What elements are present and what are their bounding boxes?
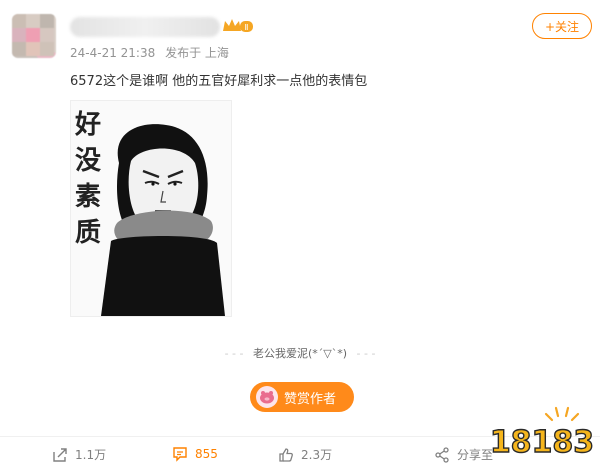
post-meta: 24-4-21 21:38 发布于 上海	[70, 44, 235, 61]
post-source: 发布于 上海	[165, 46, 229, 60]
site-watermark-logo: 18183	[490, 406, 594, 461]
share-count: 1.1万	[75, 448, 107, 462]
badge-level: Ⅱ	[245, 23, 249, 32]
like-icon	[279, 447, 293, 462]
author-signature: - - - 老公我爱泥(*´▽`*) - - -	[0, 345, 600, 361]
comment-icon	[173, 447, 187, 462]
signature-text: 老公我爱泥(*´▽`*)	[252, 347, 348, 360]
follow-button[interactable]: +关注	[532, 13, 592, 39]
meme-caption-char: 质	[74, 218, 101, 248]
meme-caption-char: 好	[74, 110, 101, 140]
comment-action[interactable]: 855	[172, 446, 218, 462]
reward-label: 赞赏作者	[284, 391, 337, 407]
meme-image[interactable]: 好 没 素 质	[70, 100, 232, 317]
avatar[interactable]	[12, 14, 56, 58]
share-action[interactable]: 1.1万	[52, 446, 106, 463]
like-count: 2.3万	[301, 448, 333, 462]
meme-caption-char: 没	[74, 146, 101, 176]
signature-divider-left: - - -	[224, 347, 244, 360]
forward-action[interactable]: 分享至	[434, 446, 493, 463]
meme-caption: 好 没 素 质	[73, 107, 103, 251]
crown-icon: Ⅱ	[223, 19, 253, 32]
signature-divider-right: - - -	[356, 347, 376, 360]
share-icon	[53, 447, 67, 462]
username-blurred[interactable]	[70, 17, 220, 37]
pig-icon	[256, 386, 278, 408]
forward-icon	[435, 446, 449, 463]
reward-button[interactable]: 赞赏作者	[250, 382, 354, 412]
forward-label: 分享至	[457, 448, 494, 462]
watermark-text: 18183	[490, 425, 594, 460]
like-action[interactable]: 2.3万	[278, 446, 332, 463]
post-timestamp[interactable]: 24-4-21 21:38	[70, 46, 155, 60]
comment-count: 855	[195, 447, 218, 461]
meme-caption-char: 素	[74, 182, 101, 212]
post-text: 6572这个是谁啊 他的五官好犀利求一点他的表情包	[70, 74, 368, 89]
